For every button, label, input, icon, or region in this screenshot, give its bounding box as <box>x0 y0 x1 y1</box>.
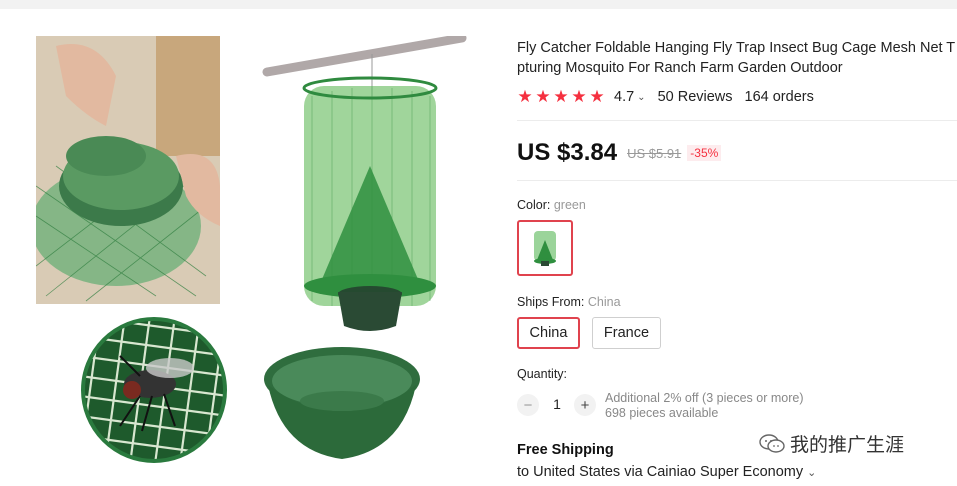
free-shipping-label: Free Shipping <box>517 442 614 458</box>
chevron-down-icon[interactable]: ⌄ <box>637 92 645 103</box>
star-rating: ★ ★ ★ ★ ★ <box>517 87 605 107</box>
quantity-value[interactable]: 1 <box>551 396 563 412</box>
orders-count: 164 orders <box>744 89 814 105</box>
current-price: US $3.84 <box>517 139 618 166</box>
color-label: Color: <box>517 198 551 212</box>
rating-value: 4.7 <box>614 89 635 105</box>
quantity-plus-button[interactable]: + <box>574 394 596 416</box>
ship-option-china[interactable]: China <box>517 317 580 349</box>
color-swatch-green[interactable] <box>517 220 573 276</box>
ship-option-france[interactable]: France <box>592 317 661 349</box>
reviews-link[interactable]: 50 Reviews <box>658 89 733 105</box>
product-title: Fly Catcher Foldable Hanging Fly Trap In… <box>517 38 957 78</box>
chevron-down-icon[interactable]: ⌄ <box>807 467 816 479</box>
discount-badge: -35% <box>687 145 722 161</box>
bulk-discount-note: Additional 2% off (3 pieces or more) <box>605 391 804 405</box>
ships-from-line: Ships From: China <box>517 295 621 309</box>
color-label-line: Color: green <box>517 198 586 212</box>
image-green-bowl <box>262 341 422 476</box>
star-icon: ★ <box>517 87 533 106</box>
original-price: US $5.91 <box>627 145 682 161</box>
image-fly-closeup <box>80 316 228 464</box>
rating-row: ★ ★ ★ ★ ★ 4.7 ⌄ 50 Reviews 164 orders <box>517 87 814 107</box>
quantity-minus-button[interactable]: − <box>517 394 539 416</box>
top-strip <box>0 0 957 9</box>
title-line-2: pturing Mosquito For Ranch Farm Garden O… <box>517 60 843 76</box>
watermark: 我的推广生涯 <box>758 430 904 457</box>
quantity-label: Quantity: <box>517 367 568 381</box>
ships-from-label: Ships From: <box>517 295 585 309</box>
watermark-text: 我的推广生涯 <box>790 435 905 456</box>
shipping-detail[interactable]: to United States via Cainiao Super Econo… <box>517 464 816 480</box>
star-icon: ★ <box>535 87 551 106</box>
divider <box>517 180 957 181</box>
title-line-1: Fly Catcher Foldable Hanging Fly Trap In… <box>517 40 956 56</box>
shipping-method: to United States via Cainiao Super Econo… <box>517 464 804 480</box>
quantity-note: Additional 2% off (3 pieces or more) 698… <box>605 391 803 421</box>
image-hand-bowl <box>36 36 220 308</box>
stock-available: 698 pieces available <box>605 406 719 420</box>
star-icon: ★ <box>553 87 569 106</box>
product-image[interactable] <box>36 36 486 476</box>
divider <box>517 120 957 121</box>
star-icon: ★ <box>589 87 605 106</box>
color-value: green <box>553 198 586 212</box>
price-row: US $3.84 US $5.91 -35% <box>517 139 722 167</box>
image-hanging-trap <box>262 36 482 336</box>
star-icon: ★ <box>571 87 587 106</box>
ships-from-value: China <box>587 295 621 309</box>
wechat-icon <box>759 433 785 453</box>
